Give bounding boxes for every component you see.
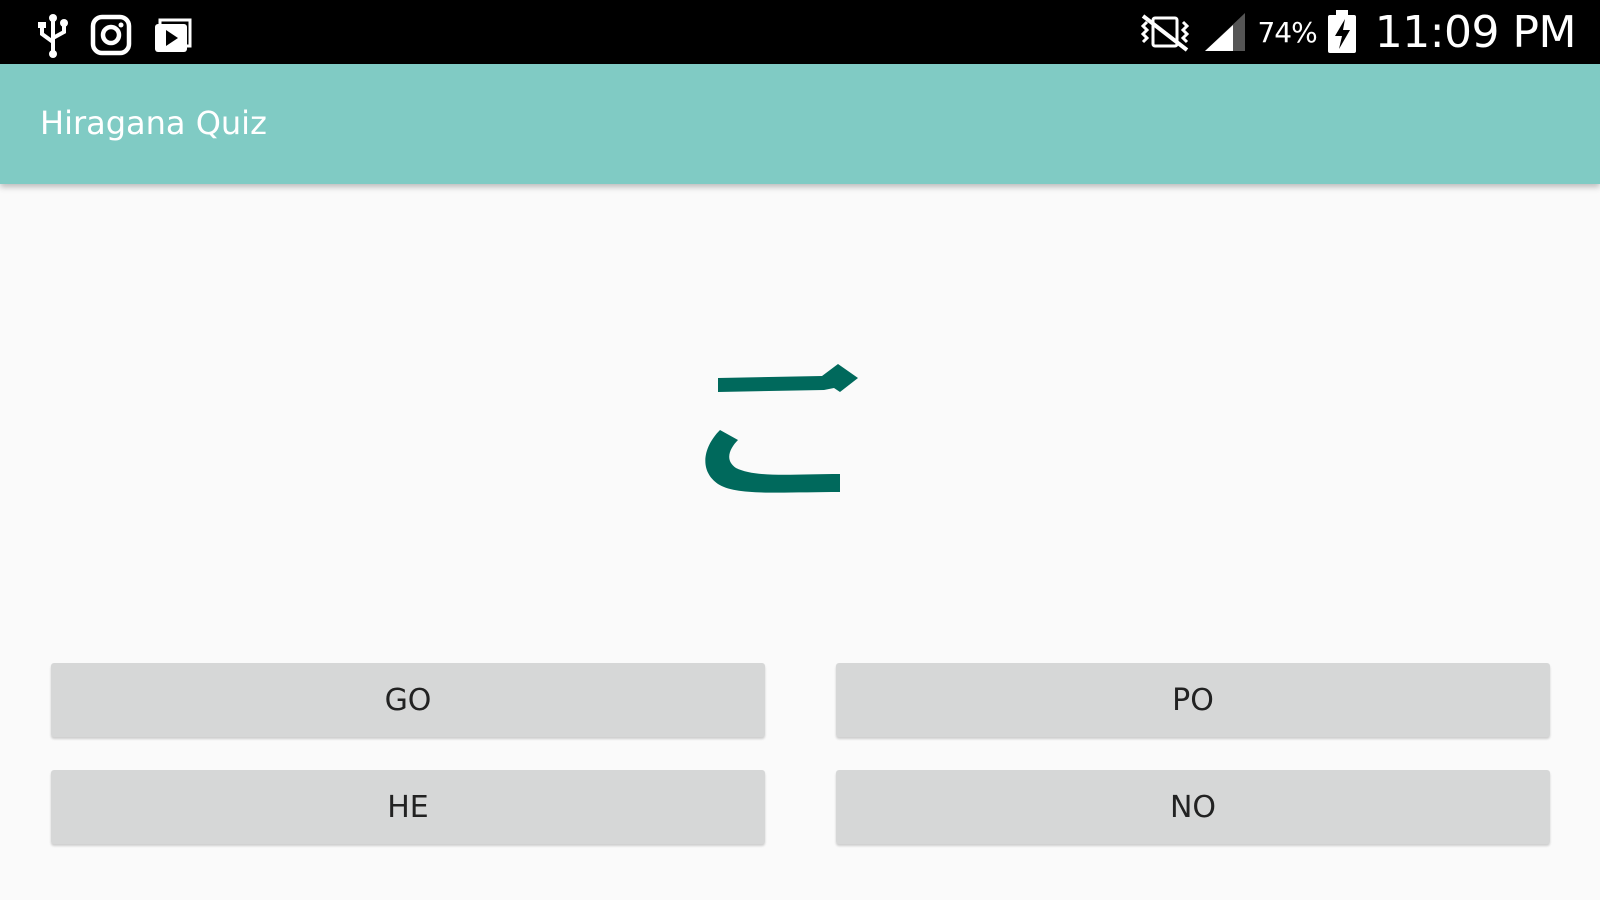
quiz-character-area: ご: [0, 260, 1600, 600]
app-title: Hiragana Quiz: [40, 104, 267, 142]
app-bar: Hiragana Quiz: [0, 64, 1600, 184]
status-left-icons: [36, 12, 194, 58]
battery-percent: 74%: [1257, 15, 1317, 49]
quiz-character: ご: [705, 364, 858, 493]
instagram-icon: [90, 14, 132, 56]
status-bar: 74% 11:09 PM: [0, 0, 1600, 64]
battery-charging-icon: [1327, 10, 1357, 54]
answer-button-he[interactable]: HE: [51, 770, 765, 844]
answer-button-po[interactable]: PO: [836, 663, 1550, 737]
media-icon: [152, 14, 194, 56]
answer-button-no[interactable]: NO: [836, 770, 1550, 844]
vibrate-mute-icon: [1137, 12, 1193, 52]
usb-icon: [36, 12, 70, 58]
answer-button-go[interactable]: GO: [51, 663, 765, 737]
signal-icon: [1203, 11, 1247, 53]
status-right-icons: 74% 11:09 PM: [1137, 0, 1577, 64]
clock: 11:09 PM: [1374, 6, 1577, 58]
